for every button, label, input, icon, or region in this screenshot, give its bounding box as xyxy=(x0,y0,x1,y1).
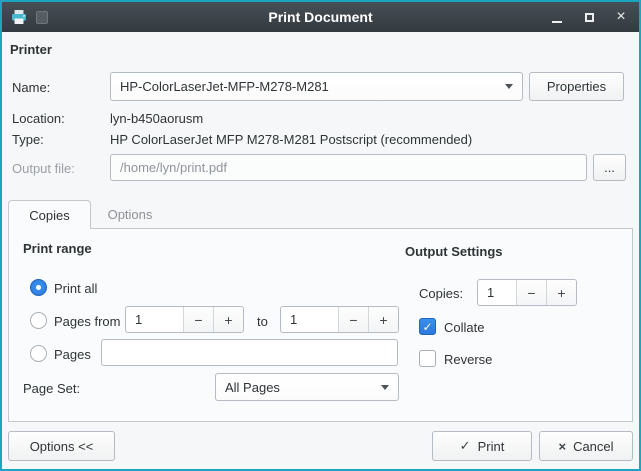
printer-name-value: HP-ColorLaserJet-MFP-M278-M281 xyxy=(111,79,496,94)
reverse-checkbox[interactable] xyxy=(419,350,436,367)
page-set-label: Page Set: xyxy=(23,380,80,397)
copies-label: Copies: xyxy=(419,285,463,302)
tab-options-label: Options xyxy=(108,207,153,222)
page-set-combobox[interactable]: All Pages xyxy=(215,373,399,401)
tab-copies[interactable]: Copies xyxy=(8,200,91,229)
print-all-label[interactable]: Print all xyxy=(54,280,97,297)
document-icon xyxy=(36,11,48,24)
radio-print-all[interactable] xyxy=(30,279,47,296)
print-button[interactable]: ✓ Print xyxy=(432,431,532,461)
pages-input[interactable] xyxy=(101,339,398,366)
pages-to-decrement-button[interactable]: − xyxy=(338,307,368,332)
tab-options[interactable]: Options xyxy=(91,200,169,228)
output-settings-heading: Output Settings xyxy=(405,243,503,260)
pages-from-spinner: 1 − + xyxy=(125,306,244,333)
maximize-icon xyxy=(585,13,594,22)
radio-pages[interactable] xyxy=(30,345,47,362)
checkmark-icon: ✓ xyxy=(422,320,432,334)
titlebar-left xyxy=(11,2,48,32)
printer-name-combobox[interactable]: HP-ColorLaserJet-MFP-M278-M281 xyxy=(110,72,523,101)
cancel-button[interactable]: × Cancel xyxy=(539,431,633,461)
printer-section-heading: Printer xyxy=(10,41,52,58)
combo-arrow-zone xyxy=(496,73,522,100)
window-title: Print Document xyxy=(92,2,549,32)
options-toggle-button[interactable]: Options << xyxy=(8,431,115,461)
options-toggle-label: Options << xyxy=(30,439,94,454)
output-file-label: Output file: xyxy=(12,160,75,177)
copies-increment-button[interactable]: + xyxy=(546,280,576,305)
check-icon: ✓ xyxy=(460,438,471,454)
printer-type-value: HP ColorLaserJet MFP M278-M281 Postscrip… xyxy=(110,131,472,148)
titlebar[interactable]: Print Document × xyxy=(2,2,639,32)
collate-label[interactable]: Collate xyxy=(444,319,484,336)
close-button[interactable]: × xyxy=(613,9,629,25)
printer-location-label: Location: xyxy=(12,110,65,127)
pages-to-increment-button[interactable]: + xyxy=(368,307,398,332)
chevron-down-icon xyxy=(505,84,513,89)
collate-checkbox[interactable]: ✓ xyxy=(419,318,436,335)
printer-type-label: Type: xyxy=(12,131,44,148)
cross-icon: × xyxy=(558,439,566,454)
pages-from-decrement-button[interactable]: − xyxy=(183,307,213,332)
browse-button[interactable]: ... xyxy=(593,154,626,181)
maximize-button[interactable] xyxy=(581,9,597,25)
reverse-label[interactable]: Reverse xyxy=(444,351,492,368)
copies-tab-panel: Print range Print all Pages from 1 − + t… xyxy=(8,228,633,422)
chevron-down-icon xyxy=(381,385,389,390)
print-document-dialog: Print Document × Printer Name: HP-ColorL… xyxy=(0,0,641,471)
radio-pages-from[interactable] xyxy=(30,312,47,329)
printer-location-value: lyn-b450aorusm xyxy=(110,110,203,127)
pages-to-label: to xyxy=(257,313,268,330)
minimize-icon xyxy=(552,21,562,23)
browse-button-label: ... xyxy=(604,160,615,175)
printer-name-label: Name: xyxy=(12,79,50,96)
copies-value[interactable]: 1 xyxy=(478,280,516,305)
properties-button[interactable]: Properties xyxy=(529,72,624,101)
print-range-heading: Print range xyxy=(23,240,92,257)
copies-spinner: 1 − + xyxy=(477,279,577,306)
printer-app-icon xyxy=(11,9,27,25)
properties-button-label: Properties xyxy=(547,79,606,94)
pages-from-value[interactable]: 1 xyxy=(126,307,183,332)
copies-decrement-button[interactable]: − xyxy=(516,280,546,305)
window-controls: × xyxy=(549,2,629,32)
close-icon: × xyxy=(616,9,625,25)
pages-from-increment-button[interactable]: + xyxy=(213,307,243,332)
pages-label[interactable]: Pages xyxy=(54,346,91,363)
pages-from-label[interactable]: Pages from xyxy=(54,313,120,330)
print-button-label: Print xyxy=(478,439,505,454)
pages-to-spinner: 1 − + xyxy=(280,306,399,333)
pages-to-value[interactable]: 1 xyxy=(281,307,338,332)
cancel-button-label: Cancel xyxy=(573,439,613,454)
output-file-input: /home/lyn/print.pdf xyxy=(110,154,587,181)
output-file-value: /home/lyn/print.pdf xyxy=(120,160,227,175)
tab-copies-label: Copies xyxy=(29,208,69,223)
page-set-value: All Pages xyxy=(216,380,372,395)
combo-arrow-zone xyxy=(372,374,398,400)
minimize-button[interactable] xyxy=(549,9,565,25)
